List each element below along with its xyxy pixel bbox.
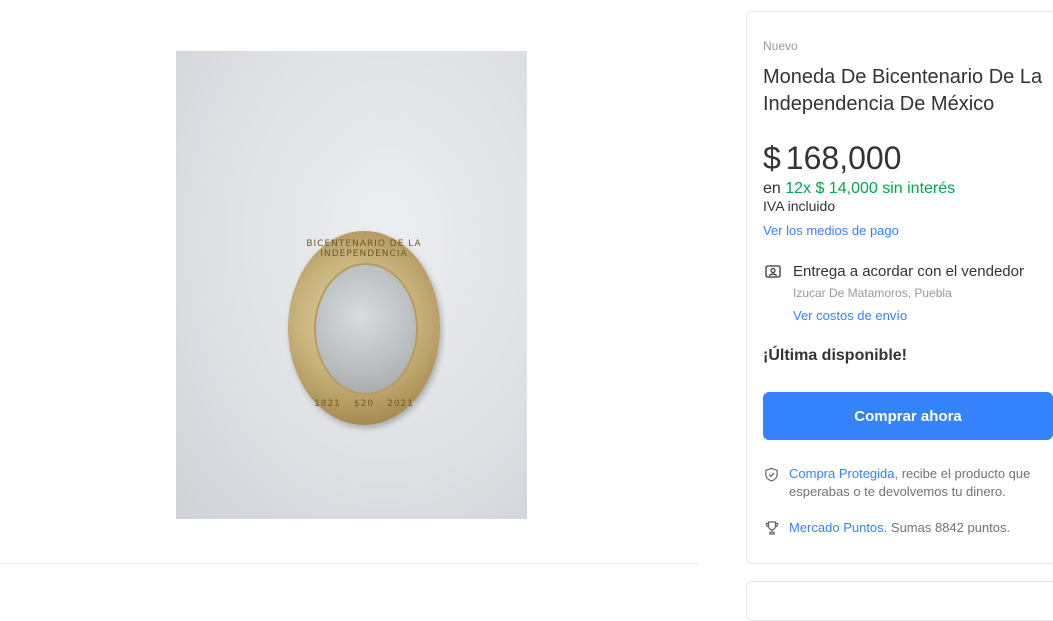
protected-purchase-link[interactable]: Compra Protegida — [789, 466, 895, 481]
secondary-panel — [746, 581, 1053, 621]
section-divider — [0, 563, 698, 564]
shield-check-icon — [765, 467, 778, 482]
coin-image: BICENTENARIO DE LA INDEPENDENCIA 1821 $2… — [288, 231, 440, 425]
handshake-icon — [765, 265, 781, 278]
product-photo[interactable]: BICENTENARIO DE LA INDEPENDENCIA 1821 $2… — [176, 51, 527, 519]
shipping-location: Izucar De Matamoros, Puebla — [793, 286, 952, 300]
product-gallery: BICENTENARIO DE LA INDEPENDENCIA 1821 $2… — [0, 0, 698, 599]
coin-year-right: 2021 — [387, 399, 414, 409]
installments-offer: 12x $ 14,000 sin interés — [785, 180, 956, 197]
price-amount: 168,000 — [785, 140, 902, 176]
shipping-costs-link[interactable]: Ver costos de envío — [793, 308, 907, 323]
shipping-title: Entrega a acordar con el vendedor — [793, 263, 1024, 280]
points-text: Sumas 8842 puntos. — [887, 520, 1011, 535]
coin-bottom-text: 1821 $20 2021 — [296, 399, 432, 409]
protection-info: Compra Protegida, recibe el producto que… — [789, 465, 1053, 501]
coin-year-left: 1821 — [314, 399, 341, 409]
price: $168,000 — [763, 140, 901, 177]
trophy-icon — [765, 521, 779, 535]
installments-prefix: en — [763, 180, 781, 197]
tax-note: IVA incluido — [763, 198, 836, 214]
buy-now-button[interactable]: Comprar ahora — [763, 392, 1053, 440]
buy-box: Nuevo Moneda De Bicentenario De La Indep… — [746, 11, 1053, 564]
coin-center — [314, 263, 418, 395]
installments: en 12x $ 14,000 sin interés — [763, 180, 955, 198]
payment-methods-link[interactable]: Ver los medios de pago — [763, 223, 899, 238]
condition-label: Nuevo — [763, 39, 798, 53]
stock-label: ¡Última disponible! — [763, 347, 907, 364]
mercado-points-link[interactable]: Mercado Puntos. — [789, 520, 887, 535]
coin-inscription: BICENTENARIO DE LA INDEPENDENCIA — [306, 239, 422, 259]
product-title: Moneda De Bicentenario De La Independenc… — [763, 66, 1043, 115]
points-info: Mercado Puntos. Sumas 8842 puntos. — [789, 520, 1010, 535]
price-currency: $ — [763, 140, 781, 176]
coin-value: $20 — [353, 399, 375, 409]
